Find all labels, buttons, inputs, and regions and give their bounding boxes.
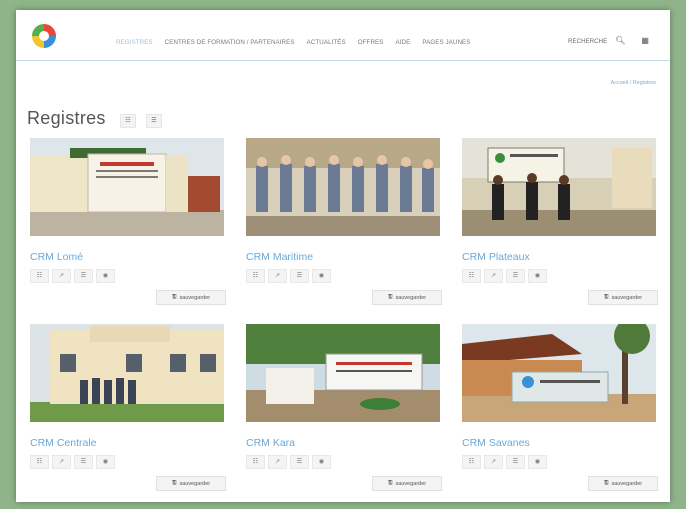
card-title[interactable]: CRM Kara [246,437,442,449]
card-title[interactable]: CRM Savanes [462,437,658,449]
navbar: REGISTRES CENTRES DE FORMATION / PARTENA… [16,10,670,62]
registry-card: CRM Lomé ☷ ↗ ☰ ◉ 🖫︎ sauvegarder [30,138,226,305]
card-title[interactable]: CRM Plateaux [462,251,658,263]
card-actions: ☷ ↗ ☰ ◉ [246,455,442,469]
map-marker-icon[interactable]: ◉ [528,269,547,283]
registry-card: CRM Centrale ☷ ↗ ☰ ◉ 🖫︎ sauvegarder [30,324,226,491]
map-marker-icon[interactable]: ◉ [528,455,547,469]
users-icon[interactable]: ☷ [462,455,481,469]
thumb-icon[interactable]: ↗ [268,455,287,469]
site-logo[interactable] [30,22,58,50]
save-icon: 🖫︎ [603,480,609,486]
card-actions: ☷ ↗ ☰ ◉ [462,455,658,469]
save-icon: 🖫︎ [603,294,609,300]
thumb-icon[interactable]: ↗ [52,269,71,283]
card-actions: ☷ ↗ ☰ ◉ [462,269,658,283]
thumb-icon[interactable]: ↗ [268,269,287,283]
save-button[interactable]: 🖫︎ sauvegarder [156,290,226,305]
users-icon[interactable]: ☷ [246,455,265,469]
card-photo[interactable] [30,324,224,422]
list-icon[interactable]: ☰ [506,455,525,469]
nav-divider [16,60,670,61]
nav-registres[interactable]: REGISTRES [116,39,153,46]
card-photo[interactable] [30,138,224,236]
registry-card: CRM Maritime ☷ ↗ ☰ ◉ 🖫︎ sauvegarder [246,138,442,305]
nav-offres[interactable]: OFFRES [358,39,384,46]
users-icon[interactable]: ☷ [462,269,481,283]
save-button[interactable]: 🖫︎ sauvegarder [588,476,658,491]
save-icon: 🖫︎ [171,294,177,300]
save-button[interactable]: 🖫︎ sauvegarder [372,290,442,305]
map-marker-icon[interactable]: ◉ [96,455,115,469]
thumb-icon[interactable]: ↗ [484,455,503,469]
list-icon[interactable]: ☰ [74,269,93,283]
save-icon: 🖫︎ [387,480,393,486]
map-marker-icon[interactable]: ◉ [96,269,115,283]
thumb-icon[interactable]: ↗ [484,269,503,283]
save-label: sauvegarder [395,480,427,487]
save-label: sauvegarder [611,480,643,487]
list-icon[interactable]: ☰ [146,114,162,128]
card-photo[interactable] [462,138,656,236]
users-icon[interactable]: ☷ [246,269,265,283]
list-icon[interactable]: ☰ [290,269,309,283]
nav-centres-formation[interactable]: CENTRES DE FORMATION / PARTENAIRES [165,39,295,46]
list-icon[interactable]: ☰ [74,455,93,469]
thumb-icon[interactable]: ↗ [52,455,71,469]
card-photo[interactable] [246,138,440,236]
map-marker-icon[interactable]: ◉ [312,455,331,469]
users-icon[interactable]: ☷ [30,269,49,283]
main-nav: REGISTRES CENTRES DE FORMATION / PARTENA… [116,39,471,46]
card-photo[interactable] [246,324,440,422]
breadcrumb[interactable]: Accueil / Registres [610,80,656,86]
card-title[interactable]: CRM Lomé [30,251,226,263]
registry-card: CRM Kara ☷ ↗ ☰ ◉ 🖫︎ sauvegarder [246,324,442,491]
nav-pages-jaunes[interactable]: PAGES JAUNES [422,39,470,46]
save-button[interactable]: 🖫︎ sauvegarder [156,476,226,491]
save-label: sauvegarder [179,294,211,301]
nav-actualites[interactable]: ACTUALITÉS [307,39,346,46]
registry-card: CRM Savanes ☷ ↗ ☰ ◉ 🖫︎ sauvegarder [462,318,658,491]
card-actions: ☷ ↗ ☰ ◉ [30,269,226,283]
card-title[interactable]: CRM Centrale [30,437,226,449]
save-button[interactable]: 🖫︎ sauvegarder [588,290,658,305]
users-icon[interactable]: ☷ [30,455,49,469]
page-title: Registres [27,108,106,128]
nav-aide[interactable]: AIDE [395,39,410,46]
nav-tools: RECHERCHE 🔍︎ ▦ [568,37,649,45]
save-label: sauvegarder [611,294,643,301]
save-label: sauvegarder [395,294,427,301]
save-label: sauvegarder [179,480,211,487]
list-icon[interactable]: ☰ [506,269,525,283]
page-frame: REGISTRES CENTRES DE FORMATION / PARTENA… [16,10,670,502]
card-photo[interactable] [462,318,656,422]
registry-card: CRM Plateaux ☷ ↗ ☰ ◉ 🖫︎ sauvegarder [462,138,658,305]
card-actions: ☷ ↗ ☰ ◉ [246,269,442,283]
save-icon: 🖫︎ [387,294,393,300]
map-marker-icon[interactable]: ◉ [312,269,331,283]
card-actions: ☷ ↗ ☰ ◉ [30,455,226,469]
save-icon: 🖫︎ [171,480,177,486]
search-icon[interactable]: 🔍︎ [615,37,625,45]
list-icon[interactable]: ☰ [290,455,309,469]
save-button[interactable]: 🖫︎ sauvegarder [372,476,442,491]
grid-menu-icon[interactable]: ▦ [641,37,649,45]
search-link[interactable]: RECHERCHE [568,38,607,45]
card-title[interactable]: CRM Maritime [246,251,442,263]
users-icon[interactable]: ☷ [120,114,136,128]
